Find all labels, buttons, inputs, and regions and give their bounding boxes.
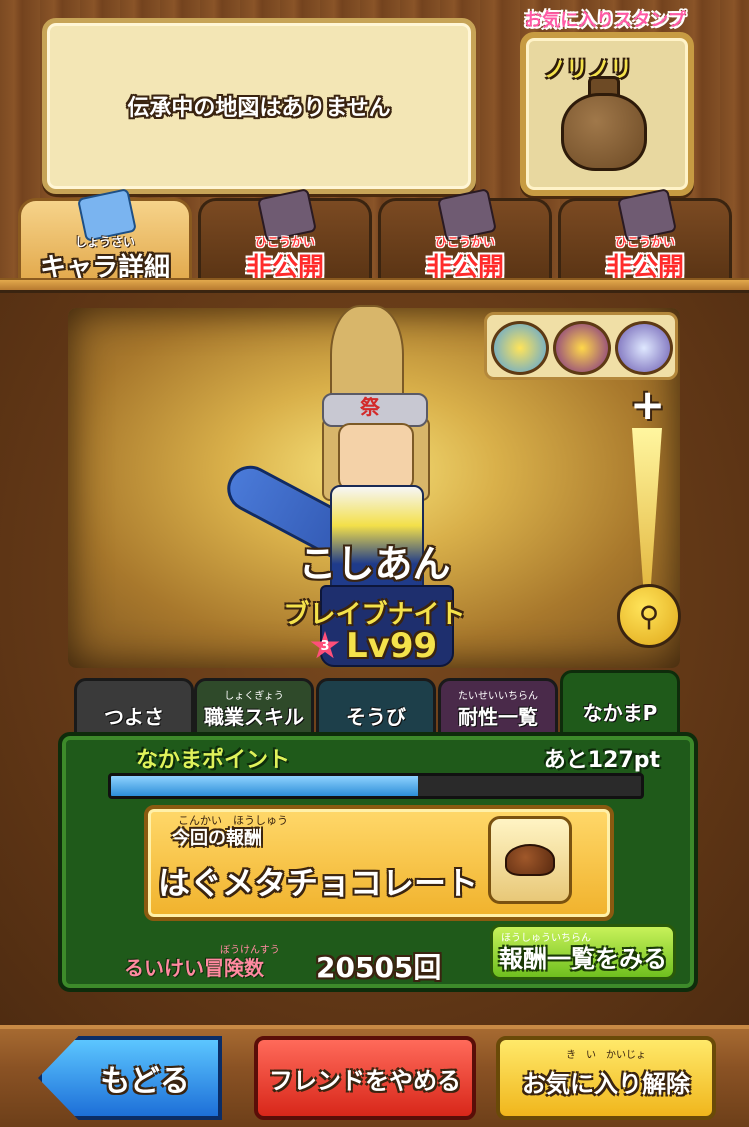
tab-resistances[interactable]: たいせいいちらん 耐性一覧 bbox=[438, 678, 558, 739]
tab-private-1[interactable]: ひこうかい 非公開 bbox=[198, 188, 372, 283]
adventure-count: 20505回 bbox=[316, 951, 442, 984]
reward-list-button[interactable]: ほうしゅういちらん 報酬一覧をみる bbox=[490, 924, 676, 980]
tab-label: そうび bbox=[346, 705, 406, 729]
progress-fill bbox=[111, 776, 419, 796]
adventure-label: るいけい冒険数 bbox=[124, 956, 264, 980]
reward-item-name: はぐメタチョコレート bbox=[158, 864, 479, 902]
tab-job-skills[interactable]: しょくぎょう 職業スキル bbox=[194, 678, 314, 739]
map-status-text: 伝承中の地図はありません bbox=[127, 96, 391, 121]
tab-character-details[interactable]: しょうさい キャラ詳細 bbox=[18, 188, 192, 283]
nakama-points-progress bbox=[108, 773, 644, 799]
favorite-stamp-label: お気に入りスタンプ bbox=[524, 10, 686, 31]
reward-label: 今回の報酬 bbox=[172, 828, 262, 849]
button-ruby: き い かいじょ bbox=[566, 1050, 646, 1061]
tab-equipment[interactable]: そうび bbox=[316, 678, 436, 739]
badge-icon bbox=[491, 321, 549, 375]
level-label: Lv99 bbox=[346, 626, 438, 666]
tab-label: 職業スキル bbox=[204, 705, 304, 729]
unfavorite-button[interactable]: き い かいじょ お気に入り解除 bbox=[496, 1036, 716, 1120]
tabs-underline bbox=[0, 278, 749, 293]
tab-private-2[interactable]: ひこうかい 非公開 bbox=[378, 188, 552, 283]
badge-icon bbox=[553, 321, 611, 375]
unfriend-label: フレンドをやめる bbox=[269, 1066, 461, 1095]
tab-label: なかまP bbox=[582, 701, 658, 725]
favorite-stamp[interactable]: ノリノリ bbox=[520, 32, 694, 196]
unfriend-button[interactable]: フレンドをやめる bbox=[254, 1036, 476, 1120]
zoom-plus-icon[interactable]: + bbox=[630, 380, 665, 429]
unfavorite-label: お気に入り解除 bbox=[522, 1070, 690, 1098]
chocolate-icon bbox=[505, 844, 555, 876]
back-label: もどる bbox=[100, 1064, 190, 1099]
nakama-points-remaining: あと127pt bbox=[543, 748, 660, 773]
tab-private-3[interactable]: ひこうかい 非公開 bbox=[558, 188, 732, 283]
star-rank-icon: 3 bbox=[310, 631, 340, 659]
reward-item-slot[interactable] bbox=[488, 816, 572, 904]
button-label: 報酬一覧をみる bbox=[499, 945, 667, 973]
tab-label: 耐性一覧 bbox=[458, 705, 538, 729]
tab-ruby: しょくぎょう bbox=[224, 691, 284, 702]
tab-label: つよさ bbox=[104, 705, 164, 729]
badge-row[interactable] bbox=[484, 312, 678, 380]
tab-stats[interactable]: つよさ bbox=[74, 678, 194, 739]
tab-ruby: たいせいいちらん bbox=[458, 691, 538, 702]
face bbox=[338, 423, 414, 491]
headband-mark: 祭 bbox=[360, 395, 380, 419]
tab-nakama-points[interactable]: なかまP bbox=[560, 670, 680, 739]
nakama-points-label: なかまポイント bbox=[136, 748, 291, 773]
badge-icon bbox=[615, 321, 673, 375]
character-name: こしあん bbox=[298, 542, 451, 586]
bag-character-icon bbox=[561, 93, 647, 171]
map-status-box: 伝承中の地図はありません bbox=[42, 18, 476, 194]
star-rank-value: 3 bbox=[320, 638, 330, 654]
level-row: 3 Lv99 bbox=[310, 626, 437, 666]
